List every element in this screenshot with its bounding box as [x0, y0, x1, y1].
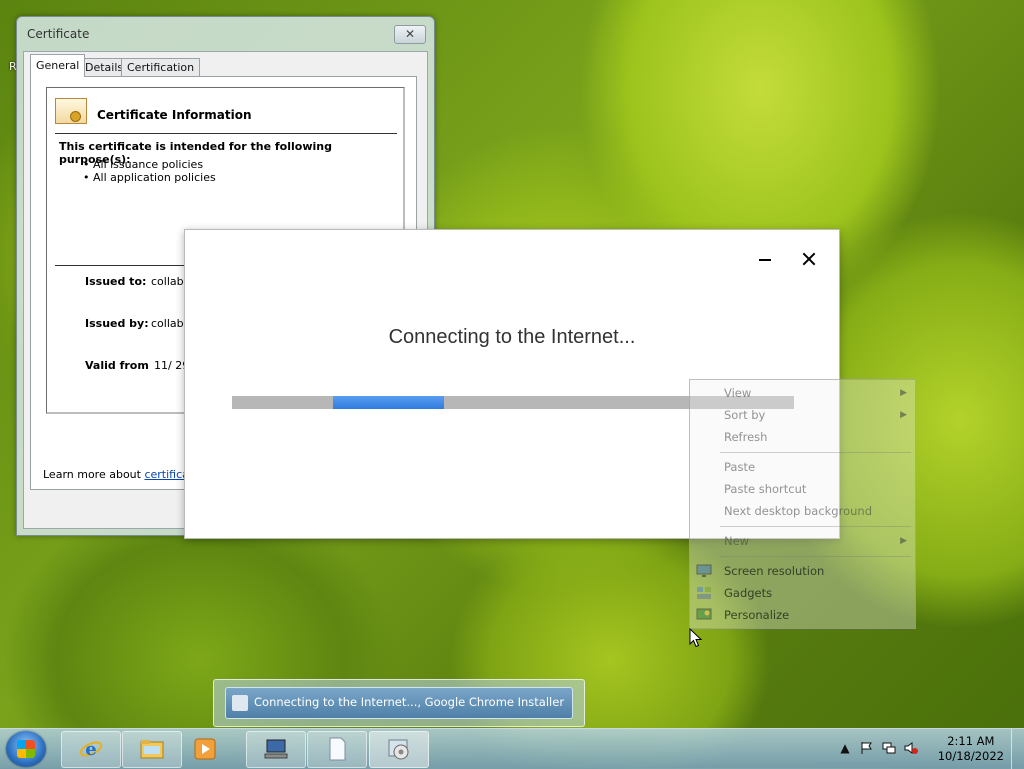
purpose-list: • All issuance policies • All applicatio… — [83, 158, 216, 184]
gadgets-icon — [697, 587, 711, 599]
desktop-context-menu: View ▶ Sort by ▶ Refresh Paste Paste sho… — [689, 379, 916, 629]
menu-item-view[interactable]: View — [724, 386, 751, 400]
start-button[interactable] — [6, 731, 46, 767]
clock[interactable]: 2:11 AM 10/18/2022 — [938, 734, 1004, 764]
menu-item-new[interactable]: New — [724, 534, 749, 548]
learn-more-text: Learn more about certificates — [43, 468, 206, 481]
network-computer-icon — [264, 739, 288, 759]
purpose-item: • All application policies — [83, 171, 216, 184]
taskbar-network[interactable] — [246, 731, 306, 768]
svg-text:e: e — [85, 739, 96, 760]
issued-by-label: Issued by: — [85, 317, 149, 330]
system-tray: ▲ 2:11 AM 10/18/2022 — [834, 729, 1024, 769]
chrome-installer-icon — [388, 739, 409, 760]
tab-certification-path[interactable]: Certification Path — [121, 58, 201, 92]
menu-item-refresh[interactable]: Refresh — [724, 430, 767, 444]
clock-date: 10/18/2022 — [937, 749, 1004, 763]
menu-item-paste-shortcut[interactable]: Paste shortcut — [724, 482, 806, 496]
show-desktop-button[interactable] — [1011, 729, 1024, 769]
certificate-close-button[interactable]: ✕ — [394, 25, 426, 44]
menu-item-personalize[interactable]: Personalize — [724, 608, 789, 622]
menu-separator — [720, 556, 911, 557]
thumbnail-title-bar[interactable]: Connecting to the Internet..., Google Ch… — [225, 687, 573, 719]
network-status-icon[interactable] — [882, 741, 896, 755]
document-icon — [329, 737, 346, 761]
taskbar-windows-explorer[interactable] — [122, 731, 182, 768]
action-center-flag-icon[interactable] — [860, 741, 874, 755]
installer-status-text: Connecting to the Internet... — [388, 326, 636, 348]
close-button[interactable] — [799, 248, 819, 272]
submenu-arrow-icon: ▶ — [900, 536, 907, 546]
chrome-installer-icon — [232, 695, 248, 711]
taskbar-chrome-installer[interactable] — [369, 731, 429, 768]
personalize-icon — [696, 608, 712, 620]
volume-muted-icon[interactable] — [904, 741, 918, 755]
menu-item-gadgets[interactable]: Gadgets — [724, 586, 772, 600]
submenu-arrow-icon: ▶ — [900, 388, 907, 398]
divider — [55, 133, 397, 134]
certificate-icon — [55, 98, 87, 124]
certificate-info-heading: Certificate Information — [97, 108, 252, 122]
taskbar: e ▲ 2:11 AM 10/18/2022 — [0, 728, 1024, 769]
taskbar-internet-explorer[interactable]: e — [61, 731, 121, 768]
menu-separator — [720, 452, 911, 453]
windows-explorer-icon — [140, 740, 164, 759]
tab-general[interactable]: General — [30, 54, 86, 77]
taskbar-thumbnail-preview[interactable]: Connecting to the Internet..., Google Ch… — [213, 679, 585, 727]
minimize-button[interactable] — [757, 248, 773, 272]
valid-from-label: Valid from — [85, 359, 149, 372]
show-hidden-icons-icon[interactable]: ▲ — [838, 741, 852, 755]
clock-time: 2:11 AM — [947, 734, 995, 748]
internet-explorer-icon: e — [79, 739, 103, 760]
submenu-arrow-icon: ▶ — [900, 410, 907, 420]
menu-item-screen-resolution[interactable]: Screen resolution — [724, 564, 824, 578]
purpose-item: • All issuance policies — [83, 158, 204, 171]
thumbnail-label: Connecting to the Internet..., Google Ch… — [254, 695, 565, 709]
certificate-window-title: Certificate — [27, 27, 90, 41]
media-player-icon — [194, 738, 216, 760]
learn-more-prefix: Learn more about — [43, 468, 145, 481]
screen-resolution-icon — [696, 564, 712, 577]
menu-item-sort-by[interactable]: Sort by — [724, 408, 765, 422]
issued-to-label: Issued to: — [85, 275, 147, 288]
mouse-cursor-icon — [689, 628, 703, 648]
taskbar-document[interactable] — [307, 731, 367, 768]
menu-separator — [720, 526, 911, 527]
menu-item-next-desktop-background[interactable]: Next desktop background — [724, 504, 872, 518]
progress-bar-fill — [333, 396, 444, 409]
menu-item-paste[interactable]: Paste — [724, 460, 755, 474]
taskbar-media-player[interactable] — [183, 731, 225, 768]
